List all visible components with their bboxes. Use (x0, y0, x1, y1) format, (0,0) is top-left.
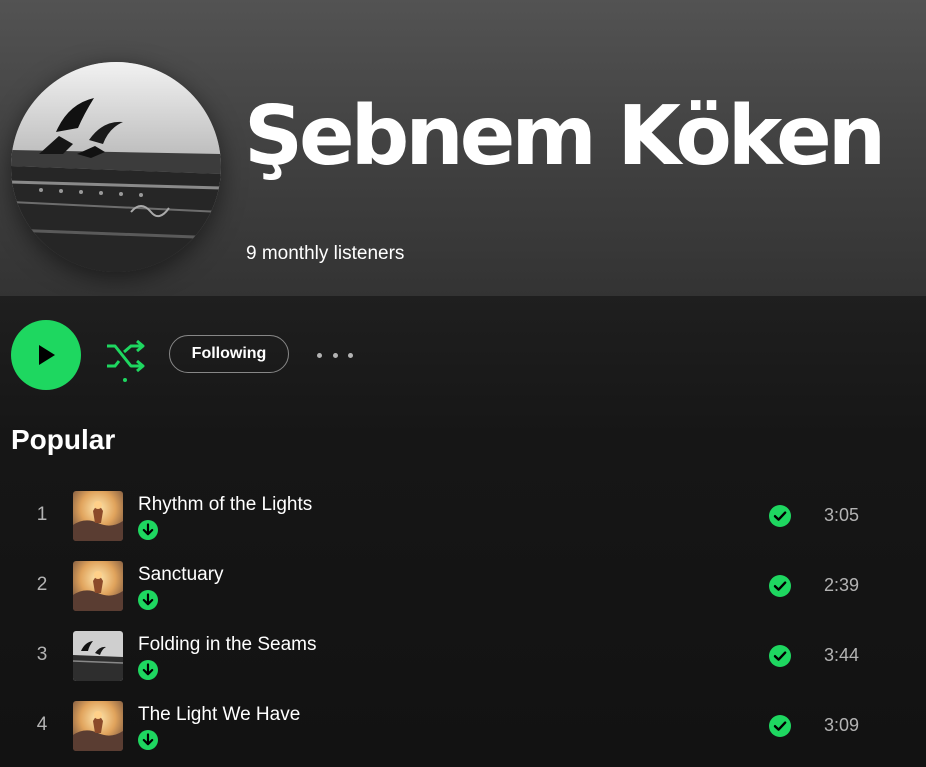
track-row[interactable]: 2 Sanctuary 2:39 (0, 552, 926, 618)
track-row[interactable]: 1 Rhythm of the Lights 3:05 (0, 482, 926, 548)
track-title[interactable]: Sanctuary (138, 564, 224, 586)
play-icon (39, 345, 55, 365)
track-duration: 3:44 (824, 645, 860, 665)
artist-header: Şebnem Köken 9 monthly listeners (0, 0, 926, 296)
track-number: 3 (36, 644, 48, 665)
track-number: 2 (36, 574, 48, 595)
saved-check-icon[interactable] (769, 645, 791, 667)
track-cover-art (73, 561, 123, 611)
track-duration: 3:09 (824, 715, 860, 735)
downloaded-icon (138, 520, 158, 540)
track-title[interactable]: Rhythm of the Lights (138, 494, 312, 516)
more-dot-icon (332, 352, 338, 358)
saved-check-icon[interactable] (769, 505, 791, 527)
downloaded-icon (138, 590, 158, 610)
track-title[interactable]: The Light We Have (138, 704, 300, 726)
more-options-button[interactable] (317, 345, 353, 365)
more-dot-icon (348, 352, 353, 358)
track-number: 1 (36, 504, 48, 525)
track-cover-art (73, 701, 123, 751)
shuffle-button[interactable] (103, 336, 147, 382)
play-button[interactable] (11, 320, 81, 390)
track-row[interactable]: 3 Folding in the Seams 3:44 (0, 622, 926, 688)
track-duration: 2:39 (824, 575, 860, 595)
more-dot-icon (317, 352, 322, 358)
track-row[interactable]: 4 The Light We Have 3:09 (0, 692, 926, 758)
shuffle-icon (107, 339, 145, 382)
track-title[interactable]: Folding in the Seams (138, 634, 317, 656)
monthly-listeners: 9 monthly listeners (246, 243, 405, 264)
track-number: 4 (36, 714, 48, 735)
following-button[interactable]: Following (169, 335, 289, 373)
saved-check-icon[interactable] (769, 715, 791, 737)
track-cover-art (73, 631, 123, 681)
downloaded-icon (138, 730, 158, 750)
artist-avatar (11, 62, 221, 272)
downloaded-icon (138, 660, 158, 680)
artist-name: Şebnem Köken (244, 89, 886, 184)
saved-check-icon[interactable] (769, 575, 791, 597)
track-duration: 3:05 (824, 505, 860, 525)
track-cover-art (73, 491, 123, 541)
popular-heading: Popular (11, 424, 116, 455)
